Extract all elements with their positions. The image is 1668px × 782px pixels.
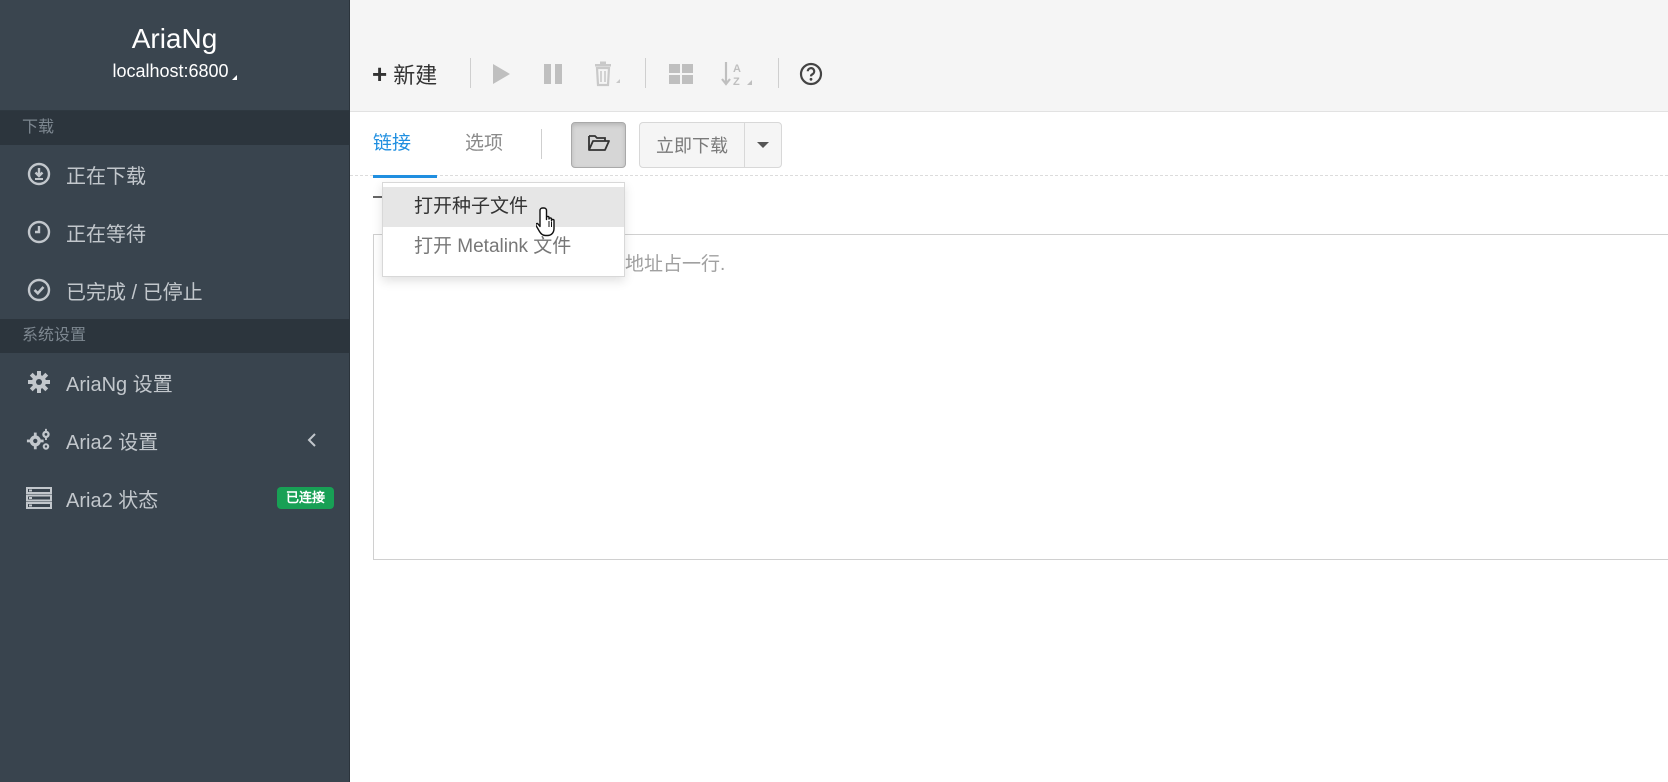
sidebar-item-label: Aria2 设置 <box>66 431 159 454</box>
plus-icon: + <box>372 59 388 89</box>
check-circle-icon <box>26 277 52 303</box>
folder-open-icon <box>587 133 611 158</box>
status-badge: 已连接 <box>276 487 334 509</box>
section-header-settings: 系统设置 <box>0 319 349 353</box>
sidebar-item-aria2-settings[interactable]: Aria2 设置 <box>0 411 349 469</box>
help-icon[interactable] <box>796 56 826 92</box>
brand-header: AriaNg localhost:6800 <box>0 0 349 111</box>
active-tab-indicator <box>373 175 437 178</box>
tab-options[interactable]: 选项 <box>465 112 503 176</box>
hand-cursor-icon <box>535 206 562 243</box>
sidebar-item-aria2-status[interactable]: Aria2 状态 已连接 <box>0 469 349 527</box>
pause-icon[interactable] <box>538 56 568 92</box>
sidebar-item-label: 正在等待 <box>66 223 146 246</box>
tab-options-label: 选项 <box>465 133 504 154</box>
download-now-label: 立即下载 <box>656 136 728 156</box>
toolbar-divider <box>645 58 646 88</box>
chevron-left-icon <box>303 431 321 449</box>
sidebar-item-label: AriaNg 设置 <box>66 373 173 396</box>
sidebar-item-label: 已完成 / 已停止 <box>66 281 203 304</box>
sidebar-item-stopped[interactable]: 已完成 / 已停止 <box>0 261 349 319</box>
new-task-button[interactable]: + 新建 <box>372 56 437 92</box>
tab-links-label: 链接 <box>373 133 412 154</box>
trash-icon[interactable] <box>590 56 624 92</box>
section-header-download: 下载 <box>0 111 349 145</box>
download-circle-icon <box>26 161 52 187</box>
clock-icon <box>26 219 52 245</box>
toolbar: + 新建 A Z <box>350 0 1668 112</box>
play-icon[interactable] <box>486 56 516 92</box>
tab-bar: 链接 选项 立即下载 <box>350 112 1668 178</box>
open-file-dropdown: 打开种子文件 打开 Metalink 文件 <box>382 182 625 277</box>
sidebar-item-label: Aria2 状态 <box>66 489 159 512</box>
sort-alpha-icon[interactable]: A Z <box>720 56 754 92</box>
url-input[interactable] <box>373 234 1668 560</box>
sidebar-item-ariang-settings[interactable]: AriaNg 设置 <box>0 353 349 411</box>
sidebar-item-label: 正在下载 <box>66 165 146 188</box>
sidebar-item-waiting[interactable]: 正在等待 <box>0 203 349 261</box>
sidebar-item-downloading[interactable]: 正在下载 <box>0 145 349 203</box>
sidebar: AriaNg localhost:6800 下载 正在下载 正在等待 已完成 /… <box>0 0 350 782</box>
new-task-label: 新建 <box>393 63 438 88</box>
caret-down-icon <box>757 142 769 148</box>
rpc-host-label: localhost:6800 <box>112 61 229 81</box>
server-icon <box>26 485 52 511</box>
grid-icon[interactable] <box>666 56 696 92</box>
gears-icon <box>26 427 52 453</box>
app-title: AriaNg <box>131 23 218 54</box>
toolbar-divider <box>778 58 779 88</box>
toolbar-divider <box>470 58 471 88</box>
open-file-button[interactable] <box>571 122 626 168</box>
caret-icon <box>231 75 237 80</box>
main-panel: + 新建 A Z 链接 选项 立即下载 地址占一行. 打开种子文件 打开 Met… <box>350 0 1668 782</box>
svg-text:Z: Z <box>733 76 740 88</box>
download-options-toggle[interactable] <box>744 122 782 168</box>
tab-divider <box>541 129 542 159</box>
tab-links[interactable]: 链接 <box>373 112 437 178</box>
open-torrent-menu-item[interactable]: 打开种子文件 <box>383 187 624 227</box>
rpc-host-selector[interactable]: localhost:6800 <box>112 60 237 82</box>
gear-icon <box>26 369 52 395</box>
open-metalink-menu-item[interactable]: 打开 Metalink 文件 <box>383 227 624 267</box>
svg-text:A: A <box>733 63 741 75</box>
download-now-button[interactable]: 立即下载 <box>639 122 745 168</box>
